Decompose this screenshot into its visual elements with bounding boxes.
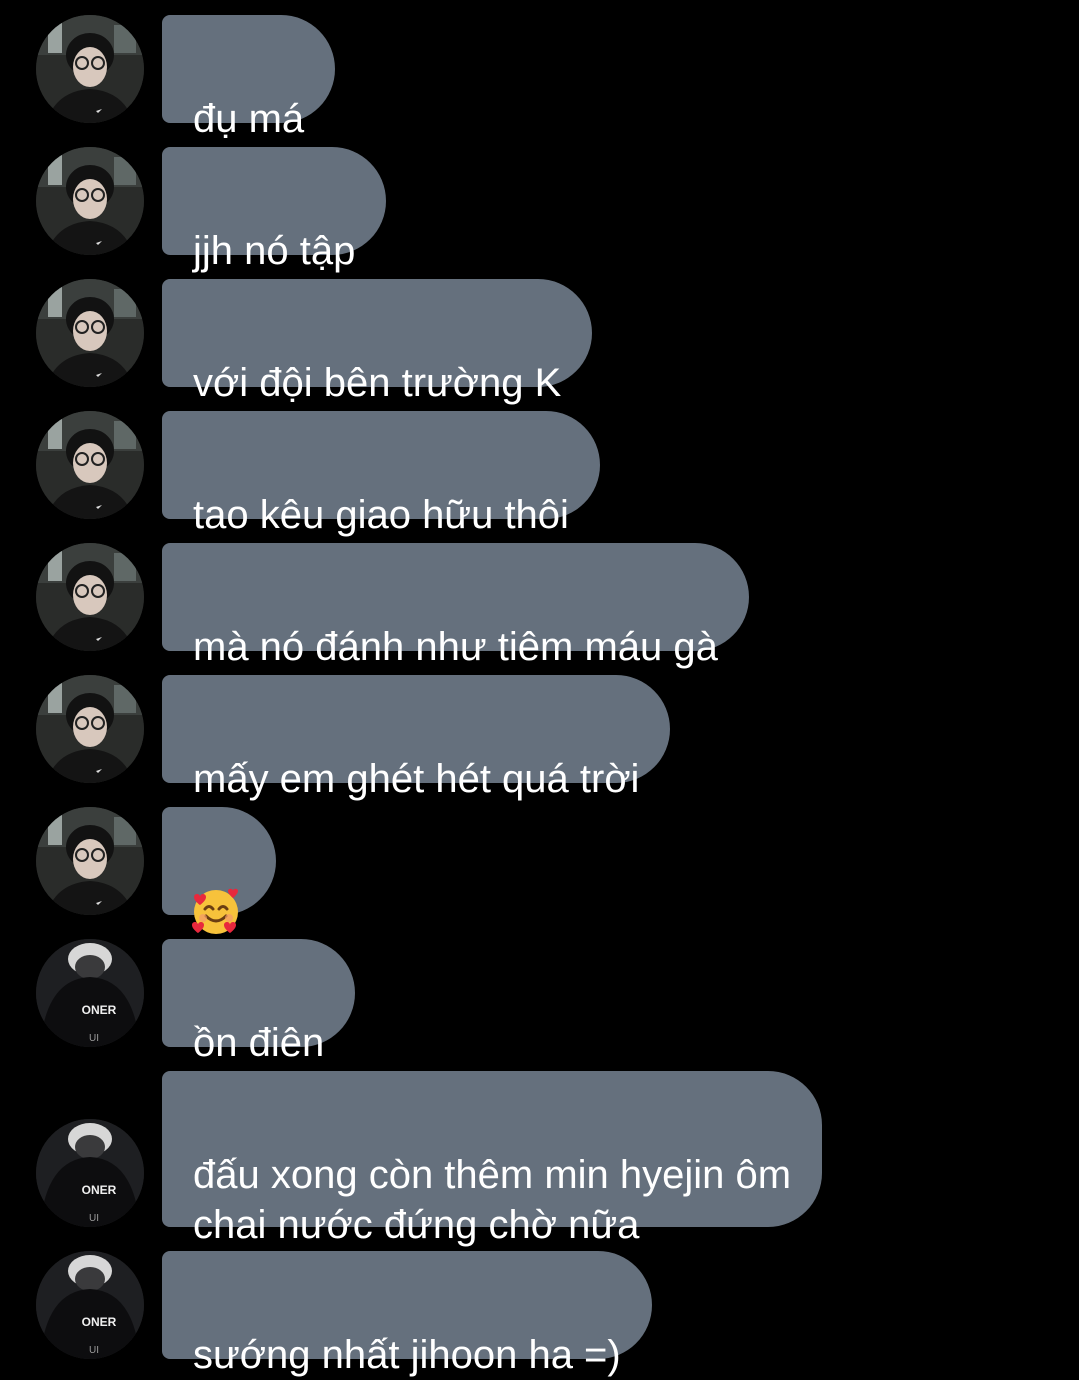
avatar-oner-icon[interactable]: ONER UI — [36, 1251, 144, 1359]
avatar-oner-icon[interactable]: ONER UI — [36, 939, 144, 1047]
message-row: jjh nó tập — [0, 147, 1079, 273]
message-bubble[interactable]: ồn điên — [162, 939, 356, 1065]
avatar-glasses-icon[interactable] — [36, 675, 144, 783]
jersey-text: ONER — [82, 1003, 117, 1017]
jersey-text: ONER — [82, 1315, 117, 1329]
message-bubble[interactable]: mà nó đánh như tiêm máu gà — [162, 543, 749, 669]
avatar-glasses-icon[interactable] — [36, 543, 144, 651]
message-row: đụ má — [0, 15, 1079, 141]
message-text: đấu xong còn thêm min hyejin ôm chai nướ… — [193, 1153, 792, 1247]
avatar-glasses-icon[interactable] — [36, 411, 144, 519]
message-row: tao kêu giao hữu thôi — [0, 411, 1079, 537]
chat-thread: đụ má jjh nó tập với đội bên trường K ta… — [0, 0, 1079, 1377]
avatar-glasses-icon[interactable] — [36, 15, 144, 123]
message-row: ONER UI ồn điên — [0, 939, 1079, 1065]
message-text: đụ má — [193, 97, 305, 141]
avatar-glasses-icon[interactable] — [36, 807, 144, 915]
message-text: ồn điên — [193, 1021, 325, 1065]
avatar-glasses-icon[interactable] — [36, 279, 144, 387]
message-row: với đội bên trường K — [0, 279, 1079, 405]
svg-text:UI: UI — [89, 1345, 99, 1356]
svg-text:UI: UI — [89, 1213, 99, 1224]
message-text: với đội bên trường K — [193, 361, 562, 405]
message-bubble[interactable]: tao kêu giao hữu thôi — [162, 411, 600, 537]
smiling-face-with-hearts-emoji — [192, 888, 238, 934]
avatar-glasses-icon[interactable] — [36, 147, 144, 255]
message-text: jjh nó tập — [193, 229, 356, 273]
message-text: mấy em ghét hét quá trời — [193, 757, 640, 801]
message-bubble[interactable]: jjh nó tập — [162, 147, 387, 273]
message-bubble[interactable] — [162, 807, 276, 934]
message-row: ONER UI sướng nhất jihoon ha =) — [0, 1251, 1079, 1377]
message-bubble[interactable]: sướng nhất jihoon ha =) — [162, 1251, 652, 1377]
message-row: ONER UI đấu xong còn thêm min hyejin ôm … — [0, 1071, 1079, 1247]
message-row: mấy em ghét hét quá trời — [0, 675, 1079, 801]
message-bubble[interactable]: mấy em ghét hét quá trời — [162, 675, 671, 801]
message-text: sướng nhất jihoon ha =) — [193, 1333, 621, 1377]
avatar-oner-icon[interactable]: ONER UI — [36, 1119, 144, 1227]
message-bubble[interactable]: đụ má — [162, 15, 336, 141]
message-bubble[interactable]: đấu xong còn thêm min hyejin ôm chai nướ… — [162, 1071, 823, 1247]
jersey-text: ONER — [82, 1183, 117, 1197]
message-bubble[interactable]: với đội bên trường K — [162, 279, 593, 405]
message-text: tao kêu giao hữu thôi — [193, 493, 569, 537]
message-row: mà nó đánh như tiêm máu gà — [0, 543, 1079, 669]
svg-text:UI: UI — [89, 1033, 99, 1044]
message-row — [0, 807, 1079, 934]
message-text: mà nó đánh như tiêm máu gà — [193, 625, 718, 669]
